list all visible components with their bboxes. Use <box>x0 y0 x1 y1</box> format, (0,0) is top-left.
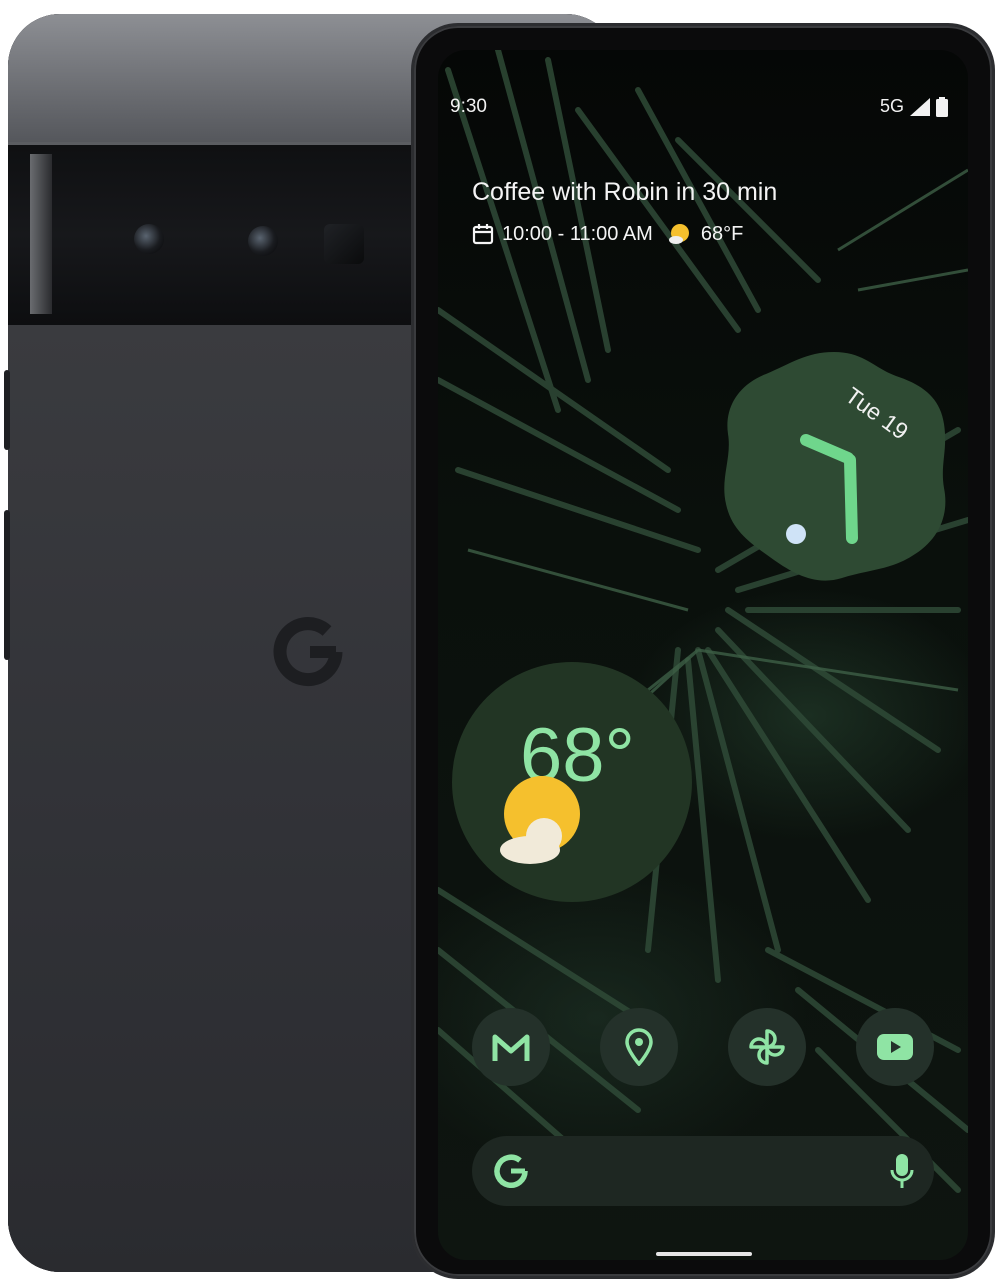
status-icons: 5G <box>880 96 948 117</box>
calendar-icon <box>472 224 494 245</box>
gmail-app-button[interactable] <box>472 1008 550 1086</box>
google-g-logo-icon <box>273 617 343 687</box>
maps-app-button[interactable] <box>600 1008 678 1086</box>
analog-clock-widget[interactable] <box>714 346 954 586</box>
side-button-volume <box>4 510 10 660</box>
gmail-icon <box>492 1034 530 1061</box>
photos-app-button[interactable] <box>728 1008 806 1086</box>
pixel-front-phone: 9:30 5G Coffee with Robin in 30 min 10:0… <box>414 26 992 1276</box>
camera-lens-main <box>134 224 164 254</box>
mic-icon[interactable] <box>890 1152 914 1190</box>
camera-bar-frame <box>30 154 52 314</box>
event-time: 10:00 - 11:00 AM <box>502 222 653 245</box>
home-screen: 9:30 5G Coffee with Robin in 30 min 10:0… <box>438 50 968 1260</box>
side-button-power <box>4 370 10 450</box>
youtube-icon <box>877 1034 913 1060</box>
maps-pin-icon <box>625 1028 653 1066</box>
pinwheel-icon <box>749 1029 785 1065</box>
sun-cloud-icon <box>668 224 689 244</box>
youtube-app-button[interactable] <box>856 1008 934 1086</box>
home-gesture-bar[interactable] <box>656 1252 752 1256</box>
event-details[interactable]: 10:00 - 11:00 AM 68°F <box>472 222 743 246</box>
camera-lens-ultrawide <box>248 226 278 256</box>
weather-sun-cloud-icon <box>500 776 580 864</box>
signal-icon <box>910 97 930 116</box>
glance-temperature: 68°F <box>700 222 744 245</box>
battery-icon <box>936 96 948 117</box>
network-label: 5G <box>879 96 904 116</box>
camera-lens-telephoto <box>324 224 364 264</box>
event-title[interactable]: Coffee with Robin in 30 min <box>472 178 777 207</box>
status-time: 9:30 <box>450 96 487 117</box>
google-search-bar[interactable] <box>472 1136 934 1206</box>
google-g-icon <box>494 1154 528 1188</box>
